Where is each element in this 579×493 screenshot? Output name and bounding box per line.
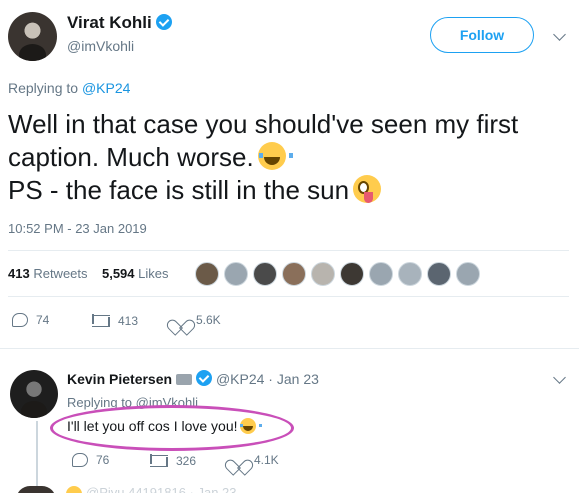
tears-of-joy-emoji-icon [257, 142, 293, 170]
reply-icon [12, 313, 28, 327]
next-reply-emoji-icon [66, 486, 82, 493]
author-avatar[interactable] [8, 12, 57, 61]
liker-avatar[interactable] [398, 262, 422, 286]
reply-action[interactable]: 76 [72, 453, 109, 467]
reply-action[interactable]: 74 [12, 313, 49, 327]
like-icon [230, 453, 246, 467]
highlight-ellipse [50, 405, 294, 451]
thread-line [36, 421, 38, 493]
retweet-action[interactable]: 326 [150, 454, 196, 468]
retweet-action[interactable]: 413 [92, 314, 138, 328]
replying-to-link[interactable]: @KP24 [82, 80, 130, 96]
divider [8, 296, 569, 297]
next-reply-avatar[interactable] [16, 486, 56, 493]
reply-icon [72, 453, 88, 467]
like-action[interactable]: 4.1K [230, 453, 279, 467]
follow-button[interactable]: Follow [430, 17, 534, 53]
liker-avatar[interactable] [224, 262, 248, 286]
divider [0, 348, 579, 349]
author-handle[interactable]: @imVkohli [67, 38, 134, 54]
liker-avatar[interactable] [282, 262, 306, 286]
verified-badge-icon [196, 370, 213, 386]
retweet-icon [92, 314, 110, 327]
liker-avatar[interactable] [253, 262, 277, 286]
reply-date[interactable]: Jan 23 [277, 371, 319, 387]
liker-avatar[interactable] [456, 262, 480, 286]
reply-author-avatar[interactable] [10, 370, 58, 418]
liker-avatar[interactable] [340, 262, 364, 286]
tweet-text: Well in that case you should've seen my … [8, 109, 519, 205]
liker-avatar[interactable] [427, 262, 451, 286]
liker-avatar[interactable] [195, 262, 219, 286]
rhino-emoji-icon [176, 374, 193, 385]
chevron-down-icon[interactable] [553, 371, 566, 384]
like-icon [172, 313, 188, 327]
verified-badge-icon [155, 14, 172, 30]
next-reply-header[interactable]: @Piyu 44191816 · Jan 23 [86, 485, 237, 493]
likes-stat[interactable]: 5,594 Likes [102, 266, 169, 281]
replying-to: Replying to @KP24 [8, 80, 131, 96]
chevron-down-icon[interactable] [553, 28, 566, 41]
retweets-stat[interactable]: 413 Retweets [8, 266, 88, 281]
reply-author-name[interactable]: Kevin Pietersen @KP24 · Jan 23 [67, 370, 319, 387]
tweet-timestamp[interactable]: 10:52 PM - 23 Jan 2019 [8, 221, 147, 236]
engagement-stats: 413 Retweets 5,594 Likes [8, 266, 169, 281]
like-action[interactable]: 5.6K [172, 313, 221, 327]
reply-author-handle[interactable]: @KP24 [216, 371, 264, 387]
retweet-icon [150, 454, 168, 467]
liker-avatar[interactable] [311, 262, 335, 286]
author-name[interactable]: Virat Kohli [67, 13, 172, 33]
liker-avatar[interactable] [369, 262, 393, 286]
divider [8, 250, 569, 251]
zany-face-emoji-icon [353, 175, 382, 203]
